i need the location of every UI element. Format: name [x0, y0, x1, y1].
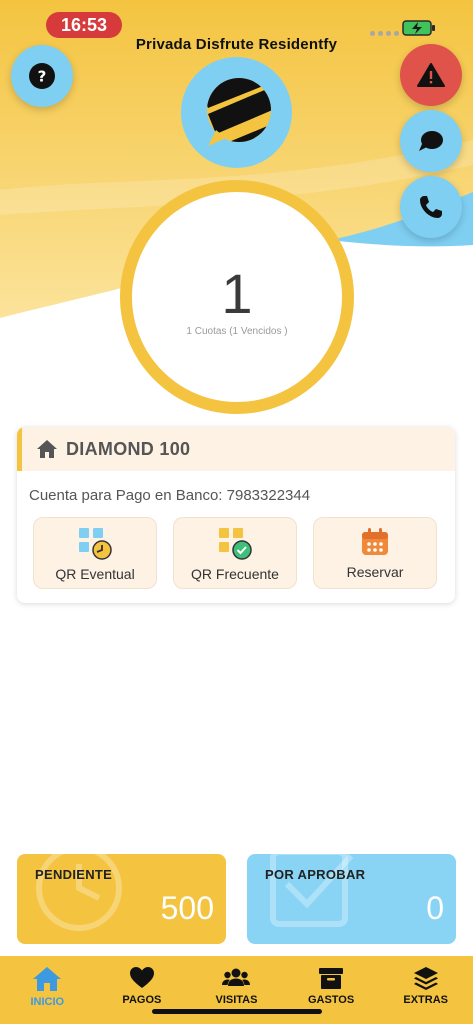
unit-name: DIAMOND 100 — [66, 438, 191, 459]
question-icon: ? — [29, 63, 55, 89]
bee-chat-logo-icon — [206, 77, 271, 146]
app-title: Privada Disfrute Residentfy — [135, 36, 338, 53]
heart-icon — [129, 967, 154, 988]
unit-header: DIAMOND 100 — [17, 427, 455, 471]
status-bar: 16:53 — [0, 0, 473, 40]
to-approve-value: 0 — [426, 890, 444, 926]
quick-actions: QR Eventual QR Frecuente Reservar — [33, 517, 437, 589]
nav-inicio[interactable]: INICIO — [0, 956, 95, 1024]
svg-text:?: ? — [38, 68, 47, 86]
battery-charging-icon — [402, 20, 435, 36]
phone-icon — [420, 196, 442, 218]
warning-icon — [417, 63, 445, 87]
nav-extras[interactable]: EXTRAS — [378, 956, 473, 1024]
home-indicator — [152, 1009, 322, 1014]
qr-frecuente-label: QR Frecuente — [191, 566, 279, 582]
phone-button[interactable] — [400, 176, 462, 238]
pending-label: PENDIENTE — [35, 867, 113, 882]
nav-gastos-label: GASTOS — [307, 994, 355, 1006]
pending-value: 500 — [160, 890, 214, 926]
nav-visitas-label: VISITAS — [215, 994, 258, 1006]
qr-frecuente-button[interactable]: QR Frecuente — [173, 517, 297, 589]
reservar-button[interactable]: Reservar — [313, 517, 437, 589]
users-icon — [222, 968, 251, 986]
nav-inicio-label: INICIO — [30, 996, 65, 1008]
to-approve-card[interactable]: POR APROBAR 0 — [247, 854, 456, 944]
unit-card: DIAMOND 100 Cuenta para Pago en Banco: 7… — [17, 427, 455, 603]
help-button[interactable]: ? — [11, 45, 73, 107]
qr-eventual-label: QR Eventual — [55, 566, 135, 582]
qr-check-icon — [219, 528, 252, 560]
alert-button[interactable] — [400, 44, 462, 106]
dues-description: 1 Cuotas (1 Vencidos ) — [186, 325, 288, 337]
dues-summary-ring[interactable]: 1 1 Cuotas (1 Vencidos ) — [120, 180, 354, 414]
nav-extras-label: EXTRAS — [403, 994, 448, 1006]
qr-eventual-button[interactable]: QR Eventual — [33, 517, 157, 589]
chat-button[interactable] — [400, 110, 462, 172]
layers-icon — [413, 967, 438, 990]
app-logo — [181, 57, 292, 168]
pending-card[interactable]: PENDIENTE 500 — [17, 854, 226, 944]
qr-clock-icon — [79, 528, 112, 560]
nav-pagos-label: PAGOS — [122, 994, 162, 1006]
status-time: 16:53 — [46, 12, 122, 38]
home-icon — [33, 967, 62, 991]
to-approve-label: POR APROBAR — [265, 867, 366, 882]
calendar-icon — [362, 528, 388, 555]
home-icon — [37, 440, 57, 458]
bank-account-text: Cuenta para Pago en Banco: 7983322344 — [29, 487, 311, 504]
reservar-label: Reservar — [346, 564, 404, 580]
archive-icon — [319, 968, 344, 989]
chat-icon — [419, 131, 443, 151]
dues-count: 1 — [221, 261, 253, 325]
